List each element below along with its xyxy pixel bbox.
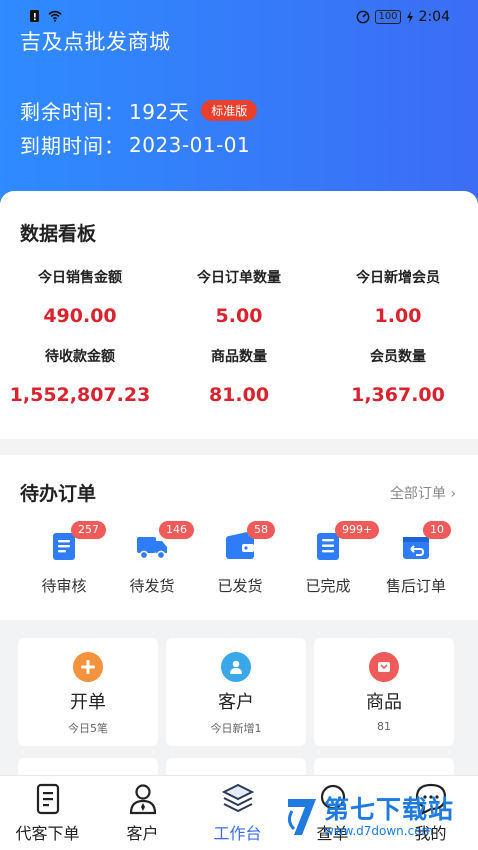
tab-customers[interactable]: 客户: [95, 782, 190, 844]
all-orders-link[interactable]: 全部订单 ›: [390, 483, 456, 503]
tab-order-for-customer[interactable]: 代客下单: [0, 782, 95, 844]
watermark-logo-icon: [287, 799, 316, 835]
todo-label: 待发货: [129, 577, 175, 595]
count-badge: 10: [423, 521, 451, 539]
tab-label: 客户: [126, 824, 159, 843]
metric-value: 5.00: [215, 305, 263, 327]
pending-orders-panel: 待办订单 全部订单 › 257 待审核 146 待发货 58 已发货 999+ …: [0, 455, 478, 620]
metric-value: 1,552,807.23: [9, 384, 151, 406]
expiry-value: 2023-01-01: [129, 132, 251, 157]
plus-icon: [73, 652, 103, 682]
shop-name: 吉及点批发商城: [20, 30, 171, 54]
tab-label: 工作台: [213, 824, 262, 843]
speed-icon: [357, 10, 370, 24]
metric-value: 1.00: [374, 305, 422, 327]
metric-value: 1,367.00: [351, 384, 445, 406]
count-badge: 999+: [335, 521, 380, 539]
quick-title: 开单: [70, 692, 106, 713]
expiry-row: 到期时间： 2023-01-01: [20, 130, 250, 159]
dashboard-title: 数据看板: [20, 223, 97, 245]
metric-label: 今日销售金额: [38, 270, 122, 286]
todo-label: 已完成: [305, 577, 351, 595]
metric-product-count[interactable]: 商品数量 81.00: [159, 346, 319, 406]
quick-title: 商品: [366, 692, 402, 713]
chevron-right-icon: ›: [450, 486, 456, 502]
metric-today-orders[interactable]: 今日订单数量 5.00: [159, 267, 319, 327]
todo-item-to-ship[interactable]: 146 待发货: [112, 515, 194, 596]
quick-products[interactable]: 商品 81: [314, 638, 454, 746]
quick-create-order[interactable]: 开单 今日5笔: [18, 638, 158, 746]
quick-subtitle: 今日新增1: [210, 722, 262, 735]
tab-workbench[interactable]: 工作台: [190, 782, 285, 844]
watermark-name: 第七下载站: [324, 795, 455, 824]
data-dashboard: 数据看板 今日销售金额 490.00 今日订单数量 5.00 今日新增会员 1.…: [0, 191, 478, 439]
todo-item-pending-review[interactable]: 257 待审核: [24, 515, 106, 596]
count-badge: 58: [247, 521, 275, 539]
metric-label: 会员数量: [370, 349, 426, 365]
header: 100 2:04 吉及点批发商城 剩余时间： 192天 标准版 到期时间： 20…: [0, 0, 478, 215]
remaining-time-row: 剩余时间： 192天 标准版: [20, 96, 258, 125]
expiry-label: 到期时间：: [20, 134, 125, 158]
watermark-url: www.d7down.com: [324, 824, 434, 838]
metric-value: 81.00: [208, 384, 270, 406]
todo-label: 已发货: [217, 577, 263, 595]
count-badge: 257: [71, 521, 106, 539]
tab-label: 代客下单: [15, 824, 80, 843]
todo-item-after-sales[interactable]: 10 售后订单: [376, 515, 456, 596]
todo-item-completed[interactable]: 999+ 已完成: [288, 515, 380, 596]
person-icon: [129, 784, 156, 815]
todo-label: 售后订单: [385, 577, 446, 595]
metric-label: 今日订单数量: [197, 270, 281, 286]
remaining-value: 192天: [129, 100, 190, 124]
edition-badge: 标准版: [201, 100, 258, 121]
count-badge: 146: [159, 521, 194, 539]
all-orders-label: 全部订单: [389, 486, 446, 502]
wifi-icon: [48, 10, 62, 22]
metric-label: 商品数量: [211, 349, 267, 365]
metric-today-sales[interactable]: 今日销售金额 490.00: [0, 267, 160, 327]
clock: 2:04: [418, 9, 450, 25]
pending-orders-title: 待办订单: [20, 483, 97, 505]
battery-indicator: 100: [375, 10, 401, 24]
quick-subtitle: 今日5笔: [68, 722, 108, 735]
quick-subtitle: 81: [377, 720, 391, 733]
charging-icon: [406, 11, 413, 23]
metric-member-count[interactable]: 会员数量 1,367.00: [318, 346, 478, 406]
todo-item-shipped[interactable]: 58 已发货: [200, 515, 280, 596]
order-form-icon: [36, 783, 59, 815]
metric-label: 待收款金额: [45, 349, 115, 365]
gift-icon: [369, 652, 399, 682]
metric-receivable[interactable]: 待收款金额 1,552,807.23: [0, 346, 160, 406]
quick-customers[interactable]: 客户 今日新增1: [166, 638, 306, 746]
quick-title: 客户: [218, 692, 254, 713]
site-watermark: 第七下载站 www.d7down.com: [284, 795, 454, 839]
sim-alert-icon: [30, 10, 39, 22]
metric-label: 今日新增会员: [356, 270, 440, 286]
todo-label: 待审核: [41, 577, 87, 595]
metric-new-members[interactable]: 今日新增会员 1.00: [318, 267, 478, 327]
remaining-label: 剩余时间：: [20, 100, 125, 124]
layers-icon: [221, 783, 254, 813]
user-icon: [221, 652, 251, 682]
metric-value: 490.00: [43, 305, 117, 327]
